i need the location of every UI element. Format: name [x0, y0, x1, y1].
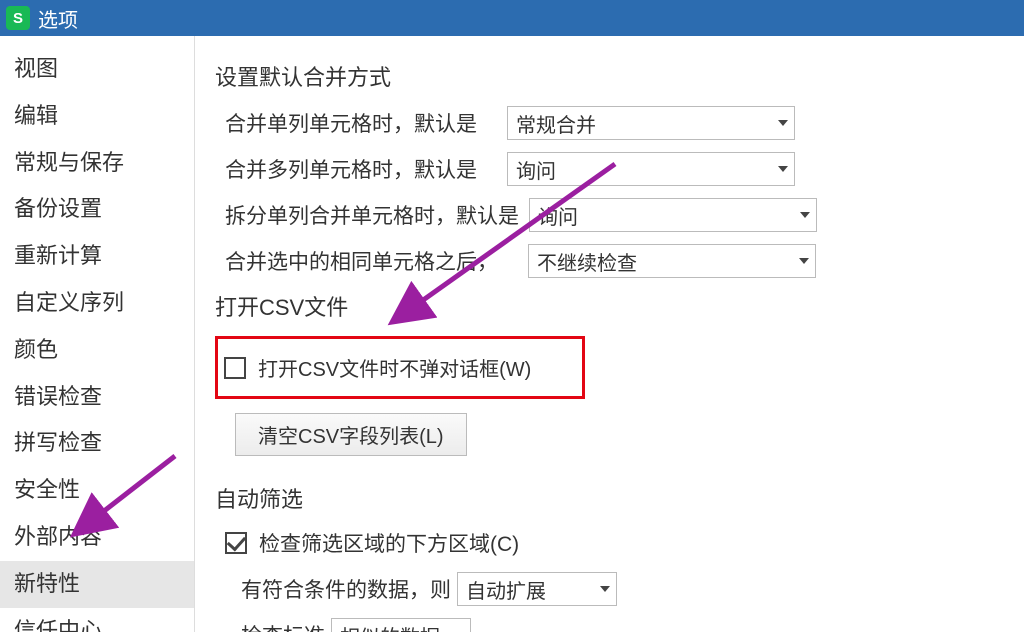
sidebar: 视图编辑常规与保存备份设置重新计算自定义序列颜色错误检查拼写检查安全性外部内容新… [0, 36, 195, 632]
content-pane: 设置默认合并方式 合并单列单元格时，默认是 常规合并 合并多列单元格时，默认是 … [195, 36, 1024, 632]
filter-row2-value: 相似的数据 [340, 621, 440, 632]
merge-row3-value: 询问 [538, 201, 578, 230]
filter-row1-value: 自动扩展 [466, 575, 546, 604]
sidebar-item-4[interactable]: 重新计算 [0, 233, 194, 280]
chevron-down-icon [600, 586, 610, 592]
sidebar-item-7[interactable]: 错误检查 [0, 374, 194, 421]
merge-row4-value: 不继续检查 [537, 247, 637, 276]
chevron-down-icon [778, 166, 788, 172]
section-title-csv: 打开CSV文件 [215, 290, 1024, 322]
sidebar-item-10[interactable]: 外部内容 [0, 514, 194, 561]
sidebar-item-8[interactable]: 拼写检查 [0, 420, 194, 467]
window-title: 选项 [38, 4, 78, 33]
filter-row1-select[interactable]: 自动扩展 [457, 572, 617, 606]
merge-row2-value: 询问 [516, 155, 556, 184]
filter-check-area-checkbox[interactable] [225, 532, 247, 554]
titlebar: S 选项 [0, 0, 1024, 36]
sidebar-item-5[interactable]: 自定义序列 [0, 280, 194, 327]
sidebar-item-3[interactable]: 备份设置 [0, 186, 194, 233]
merge-row1-label: 合并单列单元格时，默认是 [225, 108, 477, 138]
csv-no-dialog-label: 打开CSV文件时不弹对话框(W) [258, 353, 531, 382]
csv-no-dialog-checkbox[interactable] [224, 357, 246, 379]
merge-row1-value: 常规合并 [516, 109, 596, 138]
filter-row1-label: 有符合条件的数据，则 [241, 574, 451, 604]
chevron-down-icon [778, 120, 788, 126]
merge-row3-select[interactable]: 询问 [529, 198, 817, 232]
sidebar-item-1[interactable]: 编辑 [0, 93, 194, 140]
filter-row2-select[interactable]: 相似的数据 [331, 618, 471, 632]
section-title-merge: 设置默认合并方式 [215, 60, 1024, 92]
app-icon: S [6, 6, 30, 30]
merge-row3-label: 拆分单列合并单元格时，默认是 [225, 200, 519, 230]
merge-row4-select[interactable]: 不继续检查 [528, 244, 816, 278]
sidebar-item-11[interactable]: 新特性 [0, 561, 194, 608]
sidebar-item-0[interactable]: 视图 [0, 46, 194, 93]
merge-row2-select[interactable]: 询问 [507, 152, 795, 186]
filter-row2-label: 检查标准 [241, 620, 325, 632]
filter-check-area-label: 检查筛选区域的下方区域(C) [259, 528, 519, 558]
csv-highlight-box: 打开CSV文件时不弹对话框(W) [215, 336, 585, 399]
sidebar-item-12[interactable]: 信任中心 [0, 608, 194, 632]
chevron-down-icon [800, 212, 810, 218]
sidebar-item-6[interactable]: 颜色 [0, 327, 194, 374]
chevron-down-icon [799, 258, 809, 264]
merge-row4-label: 合并选中的相同单元格之后， [225, 246, 498, 276]
merge-row1-select[interactable]: 常规合并 [507, 106, 795, 140]
sidebar-item-2[interactable]: 常规与保存 [0, 140, 194, 187]
section-title-filter: 自动筛选 [215, 482, 1024, 514]
merge-row2-label: 合并多列单元格时，默认是 [225, 154, 477, 184]
csv-clear-button[interactable]: 清空CSV字段列表(L) [235, 413, 467, 456]
sidebar-item-9[interactable]: 安全性 [0, 467, 194, 514]
